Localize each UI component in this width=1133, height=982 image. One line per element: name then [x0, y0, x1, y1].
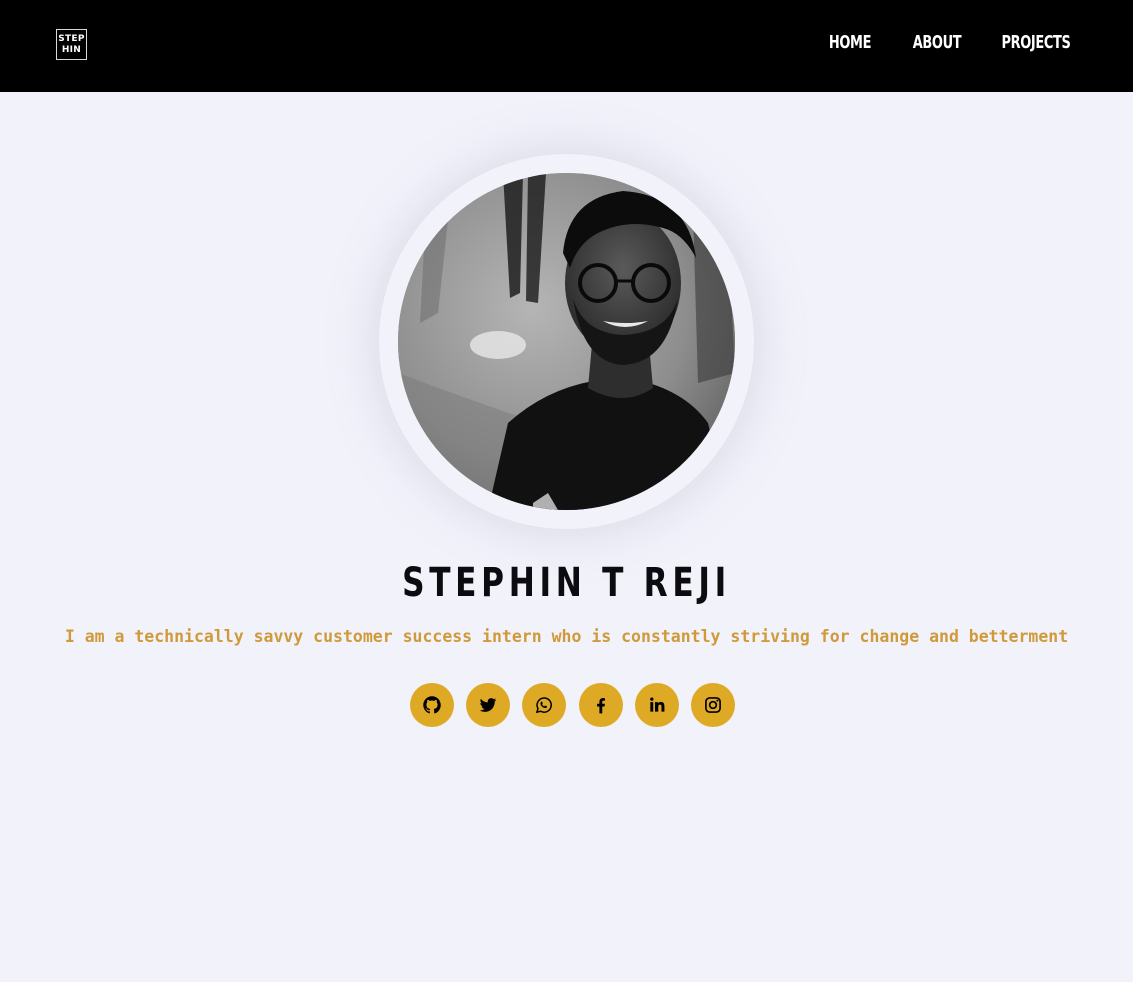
- twitter-icon: [479, 698, 497, 712]
- site-logo[interactable]: STEP HIN: [56, 29, 87, 60]
- nav-link-about[interactable]: ABOUT: [907, 32, 966, 53]
- twitter-link[interactable]: [466, 683, 511, 727]
- nav-link-projects[interactable]: PROJECTS: [1000, 32, 1072, 53]
- social-links: [410, 683, 735, 727]
- profile-photo-frame: [379, 154, 754, 529]
- nav-links: HOME ABOUT PROJECTS: [804, 32, 1086, 53]
- profile-name: STEPHIN T REJI: [402, 560, 731, 606]
- profile-photo-illustration: [398, 173, 735, 510]
- logo-line-1: STEP: [58, 33, 85, 44]
- logo-line-2: HIN: [61, 44, 82, 55]
- nav-link-home[interactable]: HOME: [823, 32, 878, 53]
- profile-tagline: I am a technically savvy customer succes…: [64, 627, 1069, 646]
- linkedin-icon: [649, 697, 665, 712]
- instagram-icon: [705, 697, 721, 713]
- instagram-link[interactable]: [690, 683, 735, 727]
- navbar: STEP HIN HOME ABOUT PROJECTS: [0, 0, 1133, 92]
- github-icon: [423, 696, 441, 714]
- whatsapp-icon: [536, 697, 553, 714]
- profile-photo: [398, 173, 735, 510]
- github-link[interactable]: [410, 683, 454, 727]
- linkedin-link[interactable]: [634, 683, 679, 727]
- facebook-link[interactable]: [578, 683, 623, 727]
- whatsapp-link[interactable]: [522, 683, 567, 727]
- facebook-icon: [596, 698, 605, 714]
